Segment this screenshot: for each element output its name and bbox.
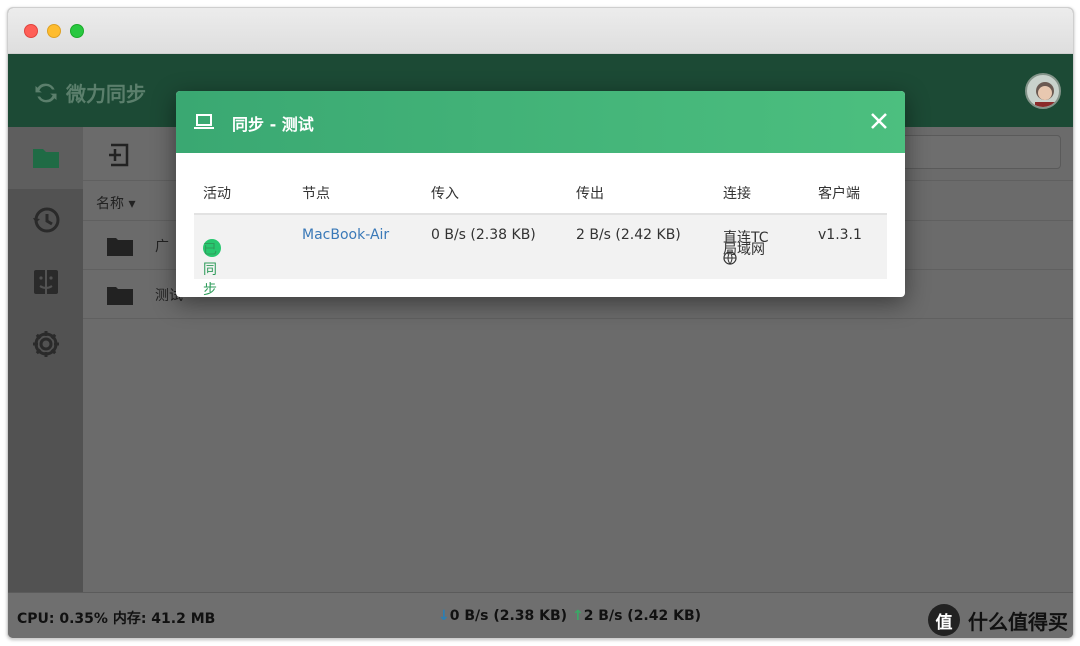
cpu-memory-status: CPU: 0.35% 内存: 41.2 MB xyxy=(17,611,216,627)
status-bar: CPU: 0.35% 内存: 41.2 MB ↓0 B/s (2.38 KB) … xyxy=(8,592,1073,638)
app-name: 微力同步 xyxy=(66,82,146,106)
finder-icon xyxy=(33,270,58,294)
close-icon[interactable] xyxy=(867,109,891,133)
incoming-rate: 0 B/s (2.38 KB) xyxy=(431,227,536,243)
folder-icon xyxy=(107,238,133,256)
folder-name: 广 xyxy=(155,239,169,255)
dialog-title: 同步 - 测试 xyxy=(232,115,314,134)
folder-icon xyxy=(32,149,59,168)
laptop-icon xyxy=(194,114,214,129)
client-version: v1.3.1 xyxy=(818,227,862,243)
activity-label: 已同步 xyxy=(203,242,217,297)
peer-table: 活动 节点 传入 传出 连接 客户端 已同步 MacBook-Air 0 B/s… xyxy=(194,175,887,297)
watermark-text: 什么值得买 xyxy=(968,609,1068,634)
table-row: 已同步 MacBook-Air 0 B/s (2.38 KB) 2 B/s (2… xyxy=(194,215,887,297)
connection-info: 直连TC 局域网 xyxy=(723,227,769,265)
user-avatar[interactable] xyxy=(1025,73,1061,109)
add-folder-button[interactable] xyxy=(105,141,133,169)
sidebar xyxy=(8,127,83,592)
sync-dialog: 同步 - 测试 活动 节点 传入 传出 连接 客户端 已同步 MacBook-A… xyxy=(176,91,905,297)
column-header-name[interactable]: 名称 ▾ xyxy=(96,193,135,213)
history-icon xyxy=(32,207,59,233)
sidebar-item-devices[interactable] xyxy=(8,251,83,313)
gear-icon xyxy=(32,331,59,357)
column-client: 客户端 xyxy=(818,186,860,202)
column-activity: 活动 xyxy=(203,186,231,202)
app-logo: 微力同步 xyxy=(32,78,146,107)
sync-icon xyxy=(35,83,57,102)
sidebar-item-folders[interactable] xyxy=(8,127,83,189)
add-folder-icon xyxy=(109,143,129,167)
upload-rate: 2 B/s (2.42 KB) xyxy=(583,608,702,624)
watermark: 值 什么值得买 xyxy=(928,604,1068,636)
upload-arrow-icon: ↑ xyxy=(571,608,584,624)
folder-icon xyxy=(107,287,133,305)
title-bar xyxy=(8,8,1073,54)
sidebar-item-history[interactable] xyxy=(8,189,83,251)
window-maximize-button[interactable] xyxy=(70,24,84,38)
column-node: 节点 xyxy=(302,186,330,202)
column-connection: 连接 xyxy=(723,186,751,202)
node-link[interactable]: MacBook-Air xyxy=(302,227,389,243)
connection-scope: 局域网 xyxy=(723,242,765,258)
window-minimize-button[interactable] xyxy=(47,24,61,38)
window-close-button[interactable] xyxy=(24,24,38,38)
watermark-badge: 值 xyxy=(928,604,960,636)
column-outgoing: 传出 xyxy=(576,186,604,202)
column-incoming: 传入 xyxy=(431,186,459,202)
transfer-status: ↓0 B/s (2.38 KB) ↑2 B/s (2.42 KB) xyxy=(438,608,701,624)
table-header: 活动 节点 传入 传出 连接 客户端 xyxy=(194,175,887,215)
download-arrow-icon: ↓ xyxy=(438,608,450,624)
connection-scope-line: 局域网 xyxy=(723,242,769,265)
download-rate: 0 B/s (2.38 KB) xyxy=(449,608,568,624)
avatar-icon xyxy=(1035,82,1055,107)
sidebar-item-settings[interactable] xyxy=(8,313,83,375)
dialog-header: 同步 - 测试 xyxy=(176,91,905,153)
outgoing-rate: 2 B/s (2.42 KB) xyxy=(576,227,681,243)
